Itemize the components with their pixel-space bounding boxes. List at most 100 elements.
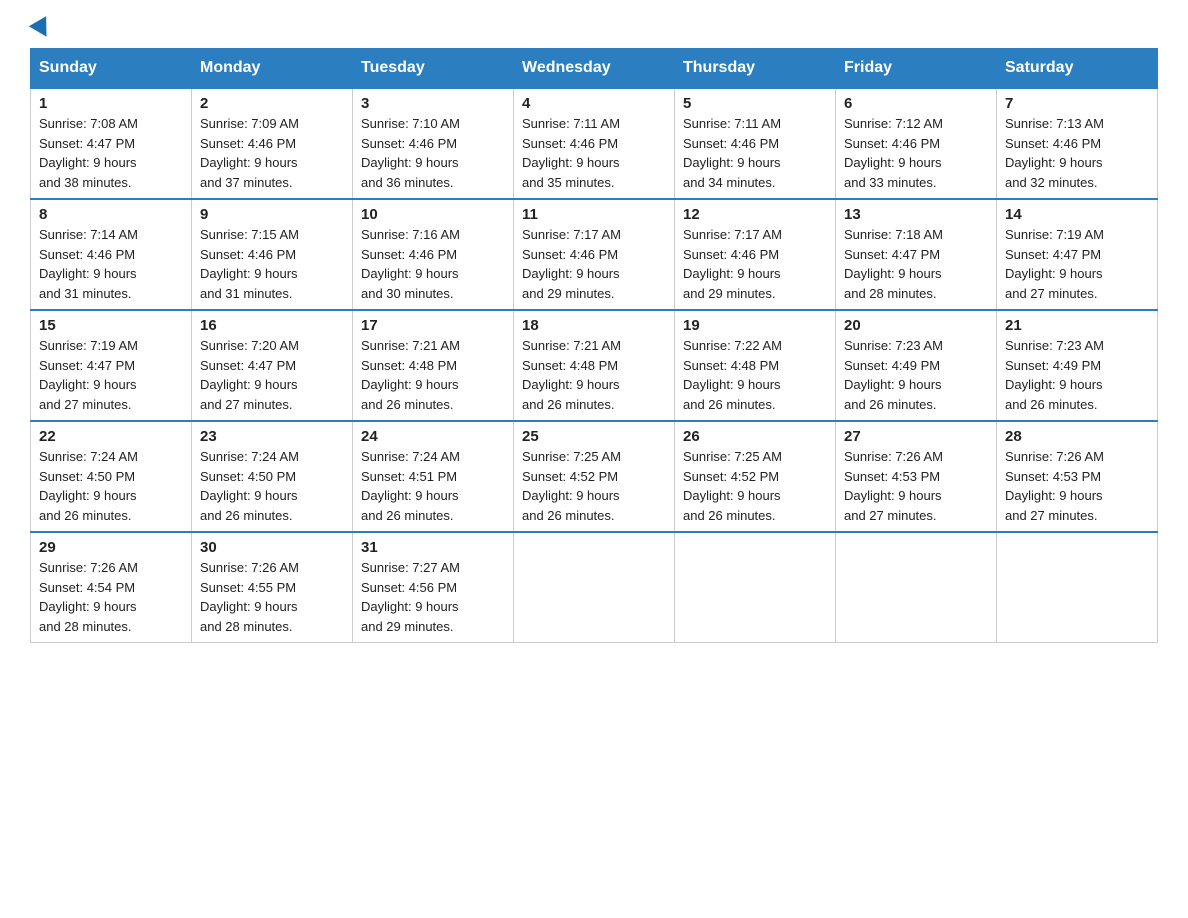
calendar-cell: 23 Sunrise: 7:24 AMSunset: 4:50 PMDayligh…: [192, 421, 353, 532]
calendar-cell: 11 Sunrise: 7:17 AMSunset: 4:46 PMDayligh…: [514, 199, 675, 310]
day-info: Sunrise: 7:21 AMSunset: 4:48 PMDaylight:…: [522, 336, 666, 414]
day-info: Sunrise: 7:26 AMSunset: 4:53 PMDaylight:…: [844, 447, 988, 525]
day-number: 12: [683, 206, 827, 223]
day-number: 30: [200, 539, 344, 556]
calendar-cell: 16 Sunrise: 7:20 AMSunset: 4:47 PMDayligh…: [192, 310, 353, 421]
calendar-week-row: 15Sunrise: 7:19 AMSunset: 4:47 PMDayligh…: [31, 310, 1158, 421]
day-number: 16: [200, 317, 344, 334]
day-info: Sunrise: 7:23 AMSunset: 4:49 PMDaylight:…: [844, 336, 988, 414]
calendar-cell: 5 Sunrise: 7:11 AMSunset: 4:46 PMDaylight…: [675, 88, 836, 199]
day-info: Sunrise: 7:08 AMSunset: 4:47 PMDaylight:…: [39, 114, 183, 192]
day-number: 22: [39, 428, 183, 445]
day-info: Sunrise: 7:26 AMSunset: 4:55 PMDaylight:…: [200, 558, 344, 636]
day-info: Sunrise: 7:24 AMSunset: 4:50 PMDaylight:…: [39, 447, 183, 525]
day-info: Sunrise: 7:25 AMSunset: 4:52 PMDaylight:…: [683, 447, 827, 525]
page-header: [30, 20, 1158, 38]
calendar-cell: 12 Sunrise: 7:17 AMSunset: 4:46 PMDayligh…: [675, 199, 836, 310]
calendar-cell: [514, 532, 675, 643]
calendar-cell: 28 Sunrise: 7:26 AMSunset: 4:53 PMDayligh…: [997, 421, 1158, 532]
calendar-cell: 27 Sunrise: 7:26 AMSunset: 4:53 PMDayligh…: [836, 421, 997, 532]
day-info: Sunrise: 7:17 AMSunset: 4:46 PMDaylight:…: [683, 225, 827, 303]
day-number: 24: [361, 428, 505, 445]
calendar-cell: 18 Sunrise: 7:21 AMSunset: 4:48 PMDayligh…: [514, 310, 675, 421]
col-saturday: Saturday: [997, 49, 1158, 89]
calendar-cell: 19 Sunrise: 7:22 AMSunset: 4:48 PMDayligh…: [675, 310, 836, 421]
day-info: Sunrise: 7:23 AMSunset: 4:49 PMDaylight:…: [1005, 336, 1149, 414]
day-info: Sunrise: 7:14 AMSunset: 4:46 PMDaylight:…: [39, 225, 183, 303]
day-info: Sunrise: 7:11 AMSunset: 4:46 PMDaylight:…: [683, 114, 827, 192]
calendar-cell: 6 Sunrise: 7:12 AMSunset: 4:46 PMDaylight…: [836, 88, 997, 199]
day-number: 1: [39, 95, 183, 112]
day-number: 23: [200, 428, 344, 445]
day-number: 5: [683, 95, 827, 112]
calendar-cell: 17 Sunrise: 7:21 AMSunset: 4:48 PMDayligh…: [353, 310, 514, 421]
calendar-cell: 3 Sunrise: 7:10 AMSunset: 4:46 PMDaylight…: [353, 88, 514, 199]
calendar-week-row: 1 Sunrise: 7:08 AMSunset: 4:47 PMDaylight…: [31, 88, 1158, 199]
day-number: 8: [39, 206, 183, 223]
day-info: Sunrise: 7:20 AMSunset: 4:47 PMDaylight:…: [200, 336, 344, 414]
day-info: Sunrise: 7:26 AMSunset: 4:53 PMDaylight:…: [1005, 447, 1149, 525]
logo: [30, 20, 52, 38]
day-number: 25: [522, 428, 666, 445]
calendar-cell: 30 Sunrise: 7:26 AMSunset: 4:55 PMDayligh…: [192, 532, 353, 643]
day-number: 17: [361, 317, 505, 334]
col-wednesday: Wednesday: [514, 49, 675, 89]
calendar-cell: 20 Sunrise: 7:23 AMSunset: 4:49 PMDayligh…: [836, 310, 997, 421]
calendar-week-row: 8 Sunrise: 7:14 AMSunset: 4:46 PMDaylight…: [31, 199, 1158, 310]
day-number: 13: [844, 206, 988, 223]
day-info: Sunrise: 7:16 AMSunset: 4:46 PMDaylight:…: [361, 225, 505, 303]
day-info: Sunrise: 7:18 AMSunset: 4:47 PMDaylight:…: [844, 225, 988, 303]
day-number: 19: [683, 317, 827, 334]
day-number: 10: [361, 206, 505, 223]
calendar-cell: 13 Sunrise: 7:18 AMSunset: 4:47 PMDayligh…: [836, 199, 997, 310]
col-monday: Monday: [192, 49, 353, 89]
col-sunday: Sunday: [31, 49, 192, 89]
day-number: 27: [844, 428, 988, 445]
calendar-cell: 24 Sunrise: 7:24 AMSunset: 4:51 PMDayligh…: [353, 421, 514, 532]
day-info: Sunrise: 7:17 AMSunset: 4:46 PMDaylight:…: [522, 225, 666, 303]
col-thursday: Thursday: [675, 49, 836, 89]
day-info: Sunrise: 7:12 AMSunset: 4:46 PMDaylight:…: [844, 114, 988, 192]
day-info: Sunrise: 7:22 AMSunset: 4:48 PMDaylight:…: [683, 336, 827, 414]
calendar-cell: 31Sunrise: 7:27 AMSunset: 4:56 PMDayligh…: [353, 532, 514, 643]
col-friday: Friday: [836, 49, 997, 89]
calendar-cell: 21 Sunrise: 7:23 AMSunset: 4:49 PMDayligh…: [997, 310, 1158, 421]
day-number: 21: [1005, 317, 1149, 334]
day-number: 7: [1005, 95, 1149, 112]
day-number: 3: [361, 95, 505, 112]
day-info: Sunrise: 7:15 AMSunset: 4:46 PMDaylight:…: [200, 225, 344, 303]
calendar-cell: [997, 532, 1158, 643]
day-info: Sunrise: 7:25 AMSunset: 4:52 PMDaylight:…: [522, 447, 666, 525]
calendar-cell: 4Sunrise: 7:11 AMSunset: 4:46 PMDaylight…: [514, 88, 675, 199]
calendar-cell: [836, 532, 997, 643]
day-number: 29: [39, 539, 183, 556]
day-info: Sunrise: 7:24 AMSunset: 4:51 PMDaylight:…: [361, 447, 505, 525]
calendar-cell: [675, 532, 836, 643]
day-number: 20: [844, 317, 988, 334]
calendar-cell: 9 Sunrise: 7:15 AMSunset: 4:46 PMDaylight…: [192, 199, 353, 310]
day-number: 2: [200, 95, 344, 112]
day-info: Sunrise: 7:10 AMSunset: 4:46 PMDaylight:…: [361, 114, 505, 192]
day-number: 6: [844, 95, 988, 112]
calendar-table: Sunday Monday Tuesday Wednesday Thursday…: [30, 48, 1158, 643]
logo-blue-text: [30, 20, 52, 38]
calendar-cell: 22 Sunrise: 7:24 AMSunset: 4:50 PMDayligh…: [31, 421, 192, 532]
calendar-cell: 14Sunrise: 7:19 AMSunset: 4:47 PMDayligh…: [997, 199, 1158, 310]
day-number: 9: [200, 206, 344, 223]
day-number: 28: [1005, 428, 1149, 445]
calendar-cell: 29 Sunrise: 7:26 AMSunset: 4:54 PMDayligh…: [31, 532, 192, 643]
calendar-week-row: 29 Sunrise: 7:26 AMSunset: 4:54 PMDayligh…: [31, 532, 1158, 643]
day-info: Sunrise: 7:24 AMSunset: 4:50 PMDaylight:…: [200, 447, 344, 525]
day-number: 18: [522, 317, 666, 334]
calendar-cell: 10 Sunrise: 7:16 AMSunset: 4:46 PMDayligh…: [353, 199, 514, 310]
day-info: Sunrise: 7:26 AMSunset: 4:54 PMDaylight:…: [39, 558, 183, 636]
calendar-cell: 15Sunrise: 7:19 AMSunset: 4:47 PMDayligh…: [31, 310, 192, 421]
calendar-cell: 25 Sunrise: 7:25 AMSunset: 4:52 PMDayligh…: [514, 421, 675, 532]
day-info: Sunrise: 7:21 AMSunset: 4:48 PMDaylight:…: [361, 336, 505, 414]
day-number: 11: [522, 206, 666, 223]
day-number: 26: [683, 428, 827, 445]
day-info: Sunrise: 7:11 AMSunset: 4:46 PMDaylight:…: [522, 114, 666, 192]
calendar-cell: 2Sunrise: 7:09 AMSunset: 4:46 PMDaylight…: [192, 88, 353, 199]
calendar-week-row: 22 Sunrise: 7:24 AMSunset: 4:50 PMDayligh…: [31, 421, 1158, 532]
calendar-header-row: Sunday Monday Tuesday Wednesday Thursday…: [31, 49, 1158, 89]
